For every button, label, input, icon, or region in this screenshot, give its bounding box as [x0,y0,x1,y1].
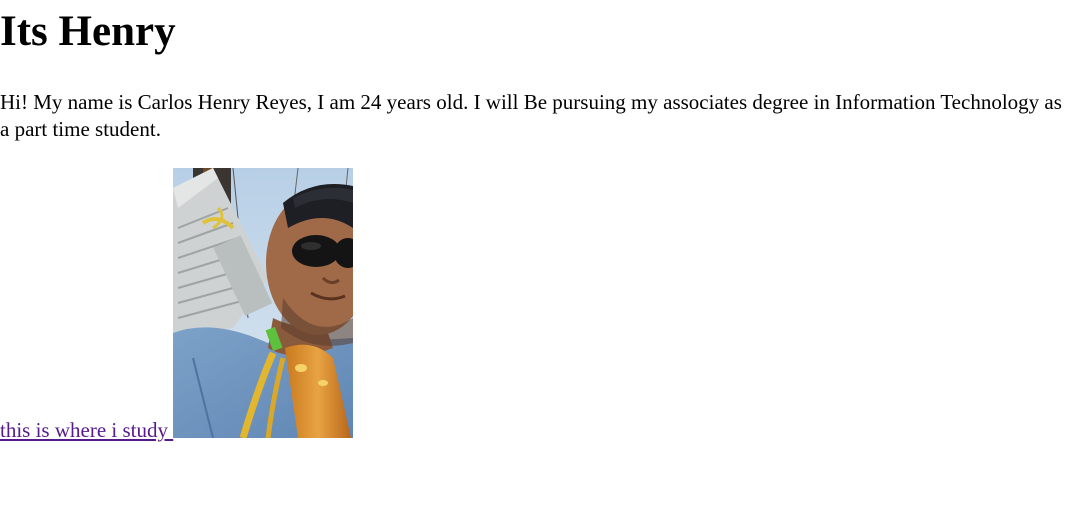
selfie-photo[interactable] [173,168,354,438]
study-link-row: this is where i study [0,168,354,442]
page-heading: Its Henry [0,8,176,55]
intro-paragraph: Hi! My name is Carlos Henry Reyes, I am … [0,90,1062,141]
study-link[interactable]: this is where i study [0,418,173,442]
